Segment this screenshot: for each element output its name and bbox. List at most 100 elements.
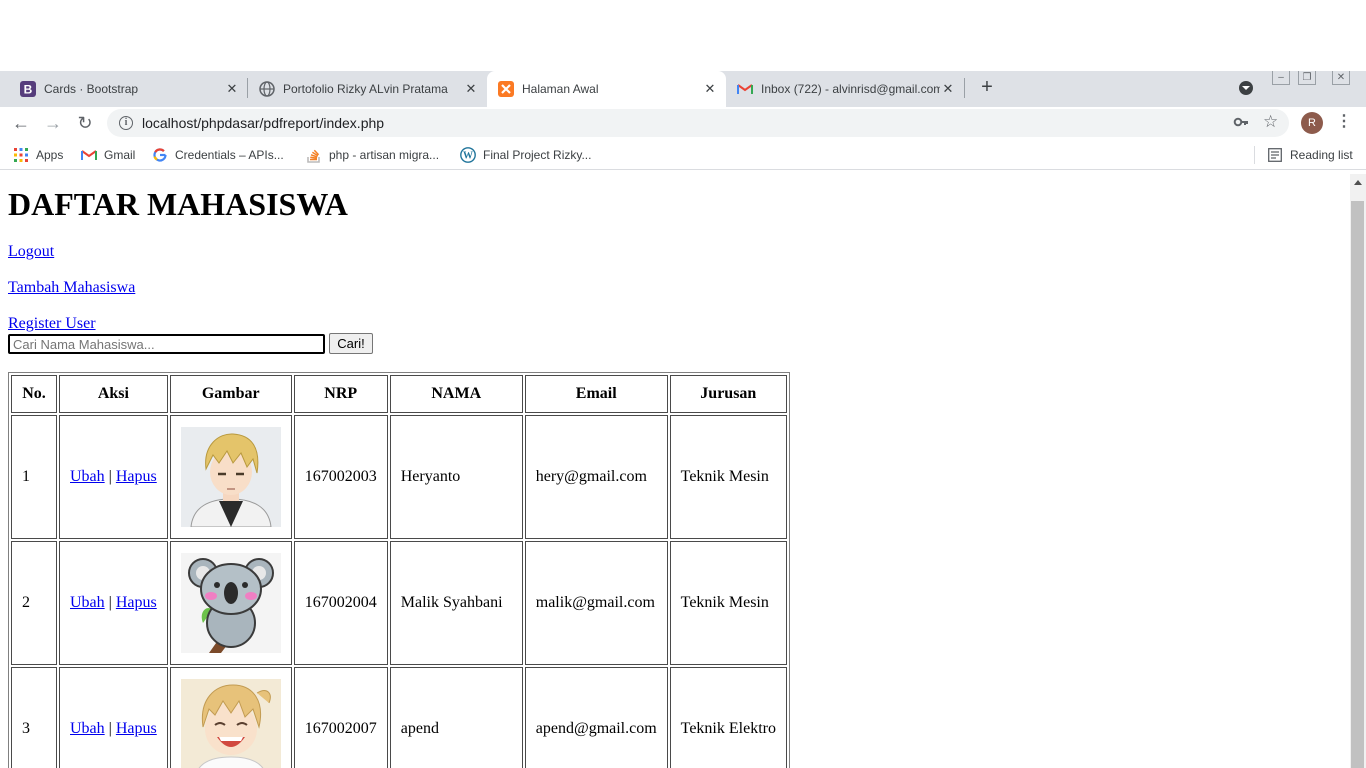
globe-icon bbox=[259, 81, 275, 97]
tab-title: Inbox (722) - alvinrisd@gmail.com bbox=[761, 82, 940, 96]
bookmark-star-icon[interactable]: ☆ bbox=[1263, 112, 1278, 132]
column-header-email: Email bbox=[524, 375, 668, 413]
reading-list-button[interactable]: Reading list bbox=[1267, 146, 1353, 164]
cell-no: 1 bbox=[11, 415, 57, 539]
bookmarks-separator bbox=[1254, 146, 1255, 164]
action-separator: | bbox=[108, 720, 112, 737]
cell-jurusan: Teknik Elektro bbox=[669, 667, 787, 768]
xampp-icon bbox=[498, 81, 514, 97]
cell-email: apend@gmail.com bbox=[524, 667, 668, 768]
cell-email: malik@gmail.com bbox=[524, 541, 668, 665]
gmail-icon bbox=[737, 81, 753, 97]
forward-arrow-icon[interactable]: → bbox=[41, 112, 65, 136]
svg-text:W: W bbox=[463, 151, 473, 162]
cell-nrp: 167002004 bbox=[293, 541, 388, 665]
svg-text:B: B bbox=[24, 83, 33, 97]
bookmark-gmail[interactable]: Gmail bbox=[81, 146, 135, 164]
action-separator: | bbox=[108, 468, 112, 485]
tab-halaman-awal[interactable]: Halaman Awal ✕ bbox=[487, 71, 726, 107]
bookmark-php-artisan[interactable]: php - artisan migra... bbox=[306, 146, 439, 164]
cell-nrp: 167002007 bbox=[293, 667, 388, 768]
scroll-up-arrow-icon[interactable] bbox=[1354, 180, 1362, 185]
delete-link[interactable]: Hapus bbox=[116, 594, 157, 611]
table-header-row: No. Aksi Gambar NRP NAMA Email Jurusan bbox=[11, 375, 787, 413]
column-header-aksi: Aksi bbox=[59, 375, 168, 413]
edit-link[interactable]: Ubah bbox=[70, 468, 105, 485]
column-header-jurusan: Jurusan bbox=[669, 375, 787, 413]
window-close-icon[interactable]: ✕ bbox=[1332, 71, 1350, 85]
bookmark-label: php - artisan migra... bbox=[329, 148, 440, 162]
reading-list-icon bbox=[1267, 147, 1283, 163]
bookmarks-bar: Apps Gmail Credentials – APIs... php - a… bbox=[0, 140, 1366, 170]
edit-link[interactable]: Ubah bbox=[70, 594, 105, 611]
cell-image bbox=[169, 667, 292, 768]
page-viewport: DAFTAR MAHASISWA Logout Tambah Mahasiswa… bbox=[0, 174, 1350, 768]
search-input[interactable] bbox=[8, 334, 325, 354]
url-text[interactable]: localhost/phpdasar/pdfreport/index.php bbox=[142, 115, 384, 131]
tab-separator bbox=[964, 78, 965, 98]
close-icon[interactable]: ✕ bbox=[702, 81, 718, 97]
cell-image bbox=[169, 541, 292, 665]
bootstrap-icon: B bbox=[20, 81, 36, 97]
page-scrollbar[interactable] bbox=[1350, 174, 1366, 768]
register-user-link[interactable]: Register User bbox=[8, 315, 96, 333]
new-tab-button[interactable]: + bbox=[977, 77, 997, 98]
table-row: 2 Ubah | Hapus 167002004 Malik Syahbani … bbox=[11, 541, 787, 665]
avatar bbox=[180, 427, 281, 527]
minimize-icon[interactable]: – bbox=[1272, 71, 1290, 85]
edit-link[interactable]: Ubah bbox=[70, 720, 105, 737]
scrollbar-thumb[interactable] bbox=[1351, 201, 1364, 768]
page-title: DAFTAR MAHASISWA bbox=[8, 186, 348, 222]
search-button[interactable]: Cari! bbox=[329, 333, 373, 354]
bookmark-label: Final Project Rizky... bbox=[483, 148, 592, 162]
bookmark-credentials[interactable]: Credentials – APIs... bbox=[152, 146, 284, 164]
cell-nama: apend bbox=[389, 667, 523, 768]
avatar bbox=[180, 679, 281, 768]
action-separator: | bbox=[108, 594, 112, 611]
close-icon[interactable]: ✕ bbox=[224, 81, 240, 97]
apps-grid-icon bbox=[13, 147, 29, 163]
google-icon bbox=[152, 147, 168, 163]
avatar bbox=[180, 553, 281, 653]
cell-nama: Heryanto bbox=[389, 415, 523, 539]
column-header-nrp: NRP bbox=[293, 375, 388, 413]
tab-gmail-inbox[interactable]: Inbox (722) - alvinrisd@gmail.com ✕ bbox=[726, 71, 964, 107]
close-icon[interactable]: ✕ bbox=[940, 81, 956, 97]
browser-toolbar: ← → ↻ i localhost/phpdasar/pdfreport/ind… bbox=[0, 107, 1366, 140]
bookmark-final-project[interactable]: W Final Project Rizky... bbox=[460, 146, 591, 164]
column-header-gambar: Gambar bbox=[169, 375, 292, 413]
logout-link[interactable]: Logout bbox=[8, 243, 54, 261]
address-bar[interactable]: i localhost/phpdasar/pdfreport/index.php… bbox=[107, 109, 1289, 137]
profile-avatar[interactable]: R bbox=[1301, 112, 1323, 134]
key-icon[interactable] bbox=[1233, 114, 1249, 133]
tab-cards-bootstrap[interactable]: B Cards · Bootstrap ✕ bbox=[0, 71, 248, 107]
column-header-no: No. bbox=[11, 375, 57, 413]
cell-actions: Ubah | Hapus bbox=[59, 667, 168, 768]
bookmark-apps[interactable]: Apps bbox=[13, 146, 63, 164]
back-arrow-icon[interactable]: ← bbox=[9, 112, 33, 136]
info-icon[interactable]: i bbox=[119, 116, 133, 130]
students-table: No. Aksi Gambar NRP NAMA Email Jurusan 1… bbox=[8, 372, 790, 768]
delete-link[interactable]: Hapus bbox=[116, 468, 157, 485]
tab-title: Halaman Awal bbox=[522, 82, 599, 96]
cell-jurusan: Teknik Mesin bbox=[669, 415, 787, 539]
reload-icon[interactable]: ↻ bbox=[73, 112, 97, 136]
delete-link[interactable]: Hapus bbox=[116, 720, 157, 737]
bookmark-label: Apps bbox=[36, 148, 64, 162]
bookmark-label: Gmail bbox=[104, 148, 136, 162]
tab-search-icon[interactable] bbox=[1239, 81, 1253, 95]
cell-jurusan: Teknik Mesin bbox=[669, 541, 787, 665]
tab-title: Portofolio Rizky ALvin Pratama bbox=[283, 82, 448, 96]
cell-nama: Malik Syahbani bbox=[389, 541, 523, 665]
close-icon[interactable]: ✕ bbox=[463, 81, 479, 97]
cell-nrp: 167002003 bbox=[293, 415, 388, 539]
table-row: 3 Ubah | Hapus 167002007 apend apend@gma… bbox=[11, 667, 787, 768]
tab-separator bbox=[247, 78, 248, 98]
cell-actions: Ubah | Hapus bbox=[59, 541, 168, 665]
add-student-link[interactable]: Tambah Mahasiswa bbox=[8, 279, 135, 297]
cell-no: 2 bbox=[11, 541, 57, 665]
cell-actions: Ubah | Hapus bbox=[59, 415, 168, 539]
restore-icon[interactable]: ❐ bbox=[1298, 71, 1316, 85]
menu-kebab-icon[interactable]: ⋮ bbox=[1334, 111, 1354, 133]
tab-portofolio[interactable]: Portofolio Rizky ALvin Pratama ✕ bbox=[248, 71, 487, 107]
